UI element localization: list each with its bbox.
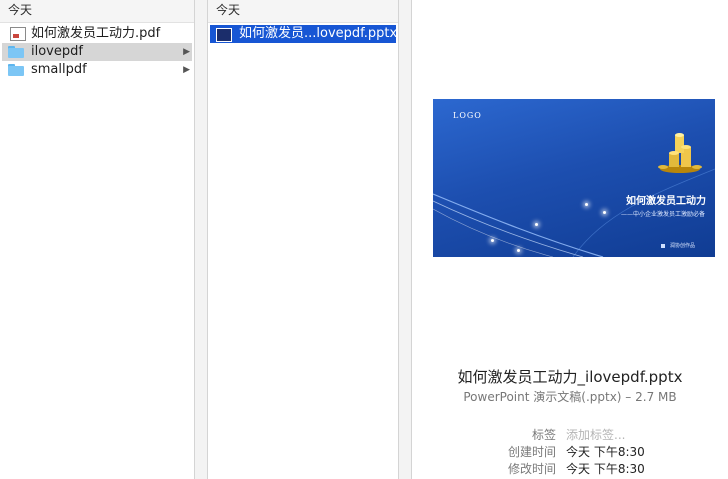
folder-item-smallpdf[interactable]: smallpdf ▶ (2, 61, 192, 79)
pptx-file-icon (216, 28, 232, 42)
column-header: 今天 (0, 0, 194, 23)
finder-column-1: 今天 如何激发员工动力.pdf ilovepdf ▶ smallpdf ▶ (0, 0, 195, 479)
folder-icon (8, 64, 24, 78)
modified-row: 修改时间 今天 下午8:30 (412, 460, 728, 477)
file-item-label: 如何激发员工动力.pdf (31, 26, 161, 41)
folder-item-label: ilovepdf (31, 44, 83, 59)
folder-item-ilovepdf[interactable]: ilovepdf ▶ (2, 43, 192, 61)
bullet-icon (661, 244, 665, 248)
finder-column-2: 今天 如何激发员...lovepdf.pptx (208, 0, 399, 479)
modified-value: 今天 下午8:30 (566, 462, 645, 476)
disclosure-arrow-icon: ▶ (183, 47, 190, 57)
pdf-file-icon (10, 27, 26, 41)
column-resize-handle[interactable] (399, 0, 412, 479)
coins-icon (658, 133, 702, 173)
folder-item-label: smallpdf (31, 62, 87, 77)
created-row: 创建时间 今天 下午8:30 (412, 443, 728, 460)
file-item-pdf[interactable]: 如何激发员工动力.pdf (2, 25, 192, 43)
tags-row: 标签 添加标签... (412, 426, 728, 443)
disclosure-arrow-icon: ▶ (183, 65, 190, 75)
file-item-label: 如何激发员...lovepdf.pptx (239, 26, 396, 41)
tags-label: 标签 (531, 428, 556, 442)
slide-thumbnail: LOGO 如何激发员工动力 ——中小企业激发员工激励必备 润协创作品 (433, 99, 715, 257)
file-item-pptx[interactable]: 如何激发员...lovepdf.pptx (210, 25, 396, 43)
preview-pane: LOGO 如何激发员工动力 ——中小企业激发员工激励必备 润协创作品 如何激发员… (412, 0, 728, 479)
created-value: 今天 下午8:30 (566, 445, 645, 459)
slide-logo: LOGO (453, 111, 482, 120)
preview-file-name: 如何激发员工动力_ilovepdf.pptx (457, 368, 683, 386)
column-header: 今天 (208, 0, 398, 23)
slide-footer: 润协创作品 (670, 243, 696, 249)
slide-title: 如何激发员工动力 (626, 196, 706, 207)
column-resize-handle[interactable] (195, 0, 208, 479)
preview-file-kind: PowerPoint 演示文稿(.pptx) – 2.7 MB (463, 390, 677, 404)
slide-subtitle: ——中小企业激发员工激励必备 (621, 211, 706, 218)
light-curve-decoration (433, 168, 715, 257)
modified-label: 修改时间 (507, 462, 556, 476)
tags-input[interactable]: 添加标签... (566, 426, 625, 443)
created-label: 创建时间 (507, 445, 556, 459)
folder-icon (8, 46, 24, 60)
